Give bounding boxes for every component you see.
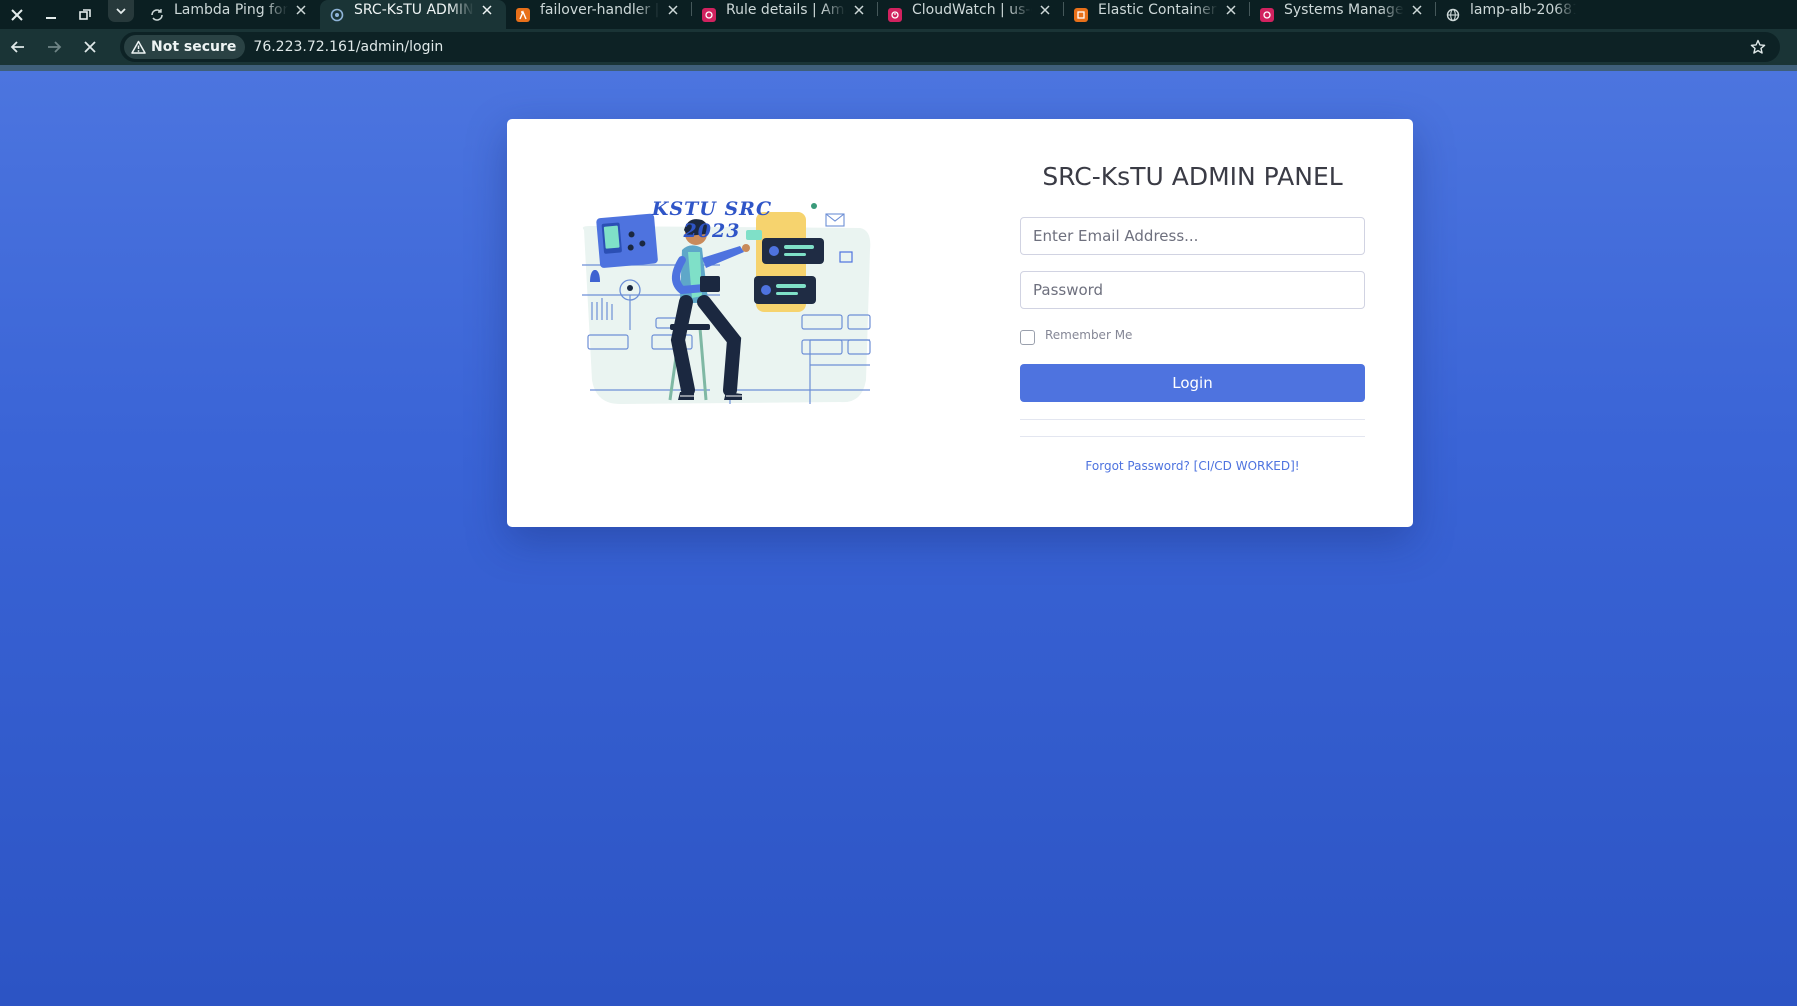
- password-field[interactable]: [1020, 271, 1365, 309]
- tab-close-icon[interactable]: [850, 4, 868, 15]
- browser-tab-strip: Lambda Ping for ALB SRC-KsTU ADMIN PANEL…: [0, 0, 1797, 29]
- tab-title: Systems Manager | eu: [1284, 1, 1404, 18]
- remember-me-checkbox[interactable]: [1020, 329, 1035, 345]
- forward-arrow-icon[interactable]: [36, 29, 72, 65]
- tab-close-icon[interactable]: [1036, 4, 1054, 15]
- tab-title: CloudWatch | us-east-1: [912, 1, 1032, 18]
- remember-me-row: Remember Me: [1020, 326, 1365, 345]
- security-indicator[interactable]: Not secure: [124, 35, 246, 59]
- warning-triangle-icon: [131, 40, 146, 54]
- page-title: SRC-KsTU ADMIN PANEL: [1042, 162, 1343, 191]
- admin-illustration: KSTU SRC 2023: [570, 190, 890, 440]
- tab-title: lamp-alb-206811919: [1470, 1, 1576, 18]
- aws-ssm-icon: [1260, 7, 1274, 22]
- divider: [1020, 436, 1365, 437]
- aws-lambda-icon: [516, 7, 530, 22]
- tab-close-icon[interactable]: [478, 4, 496, 15]
- tab-title: Rule details | Amazon EventBridge: [726, 1, 846, 18]
- security-label: Not secure: [151, 39, 237, 55]
- tab-title: SRC-KsTU ADMIN PANEL: [354, 1, 474, 18]
- divider: [1020, 419, 1365, 420]
- window-restore-icon[interactable]: [68, 0, 102, 29]
- tab-cloudwatch[interactable]: CloudWatch | us-east-1: [878, 0, 1064, 29]
- email-field[interactable]: [1020, 217, 1365, 255]
- window-close-icon[interactable]: [0, 0, 34, 29]
- bookmark-star-icon[interactable]: [1750, 39, 1766, 59]
- tab-ecr[interactable]: Elastic Container Registry: [1064, 0, 1250, 29]
- aws-cloudwatch-icon: [888, 7, 902, 22]
- tab-src-kstu-admin[interactable]: SRC-KsTU ADMIN PANEL: [320, 0, 506, 29]
- globe-icon: [1446, 8, 1460, 22]
- remember-me-label[interactable]: Remember Me: [1045, 328, 1132, 342]
- url-text[interactable]: 76.223.72.161/admin/login: [253, 39, 443, 55]
- tab-search-chevron-icon[interactable]: [108, 0, 134, 22]
- tab-lambda-ping[interactable]: Lambda Ping for ALB: [140, 0, 320, 29]
- tab-lamp-alb[interactable]: lamp-alb-206811919: [1436, 0, 1586, 29]
- tab-title: failover-handler | Functions: [540, 1, 660, 18]
- back-arrow-icon[interactable]: [0, 29, 36, 65]
- lambda-sync-icon: [150, 8, 164, 22]
- tab-close-icon[interactable]: [1408, 4, 1426, 15]
- aws-ecr-icon: [1074, 7, 1088, 22]
- tab-close-icon[interactable]: [292, 4, 310, 15]
- browser-toolbar: Not secure 76.223.72.161/admin/login: [0, 29, 1797, 65]
- tab-title: Lambda Ping for ALB: [174, 1, 288, 18]
- site-globe-icon: [330, 8, 344, 22]
- tab-rule-details[interactable]: Rule details | Amazon EventBridge: [692, 0, 878, 29]
- login-button[interactable]: Login: [1020, 364, 1365, 402]
- window-minimize-icon[interactable]: [34, 0, 68, 29]
- tab-systems-manager[interactable]: Systems Manager | eu: [1250, 0, 1436, 29]
- illustration-title: KSTU SRC 2023: [651, 198, 773, 242]
- tab-close-icon[interactable]: [1222, 4, 1240, 15]
- stop-loading-icon[interactable]: [72, 29, 108, 65]
- tab-failover-handler[interactable]: failover-handler | Functions: [506, 0, 692, 29]
- tab-title: Elastic Container Registry: [1098, 1, 1218, 18]
- address-bar[interactable]: Not secure 76.223.72.161/admin/login: [120, 32, 1780, 62]
- tab-close-icon[interactable]: [664, 4, 682, 15]
- aws-eventbridge-icon: [702, 7, 716, 22]
- login-form: SRC-KsTU ADMIN PANEL Remember Me Login F…: [1020, 119, 1365, 473]
- forgot-password-link[interactable]: Forgot Password? [CI/CD WORKED]!: [1020, 459, 1365, 473]
